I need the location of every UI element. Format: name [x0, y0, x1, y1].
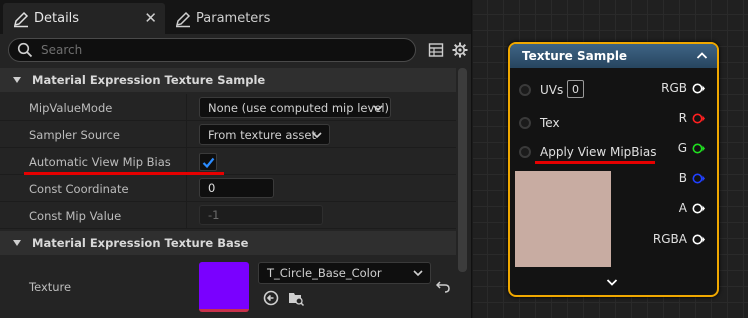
chevron-up-icon[interactable]: [696, 51, 708, 60]
browse-folder-icon[interactable]: [287, 289, 305, 307]
details-panel: Details ✕ Parameters Search Material Exp…: [0, 0, 472, 318]
output-label-rgba: RGBA: [652, 232, 687, 246]
use-selected-asset-icon[interactable]: [262, 289, 280, 307]
input-pin-uvs[interactable]: [519, 84, 531, 96]
column-divider: [186, 94, 187, 120]
mip-value-mode-dropdown[interactable]: None (use computed mip level): [199, 97, 391, 118]
input-label-tex: Tex: [540, 116, 560, 130]
annotation-underline: [535, 161, 655, 164]
output-pin-r[interactable]: [692, 112, 705, 125]
section-texture-base[interactable]: Material Expression Texture Base: [0, 231, 456, 255]
property-row-auto-view-mip-bias: Automatic View Mip Bias: [0, 148, 456, 175]
chevron-down-icon: [413, 270, 423, 277]
search-row: [0, 34, 471, 66]
texture-sample-node[interactable]: Texture Sample UVs 0 Tex Apply View MipB…: [508, 42, 719, 297]
property-label: Automatic View Mip Bias: [29, 154, 171, 169]
dropdown-value: None (use computed mip level): [208, 100, 390, 115]
output-pin-rgb[interactable]: [692, 82, 705, 95]
section-texture-base-label: Material Expression Texture Base: [32, 236, 249, 250]
dropdown-value: From texture asset: [208, 127, 316, 142]
column-divider: [186, 121, 187, 147]
property-row-const-coordinate: Const Coordinate 0: [0, 175, 456, 202]
input-pin-tex[interactable]: [519, 117, 531, 129]
const-coordinate-field[interactable]: 0: [199, 178, 274, 198]
output-pin-rgba[interactable]: [692, 233, 705, 246]
details-scrollbar[interactable]: [458, 68, 467, 272]
tab-details[interactable]: Details ✕: [3, 3, 165, 34]
tab-details-label: Details: [34, 11, 80, 26]
chevron-down-icon: [373, 105, 383, 112]
property-row-texture: Texture T_Circle_Base_Color: [0, 255, 456, 318]
output-label-r: R: [678, 111, 687, 125]
chevron-down-icon[interactable]: [606, 278, 618, 287]
input-pin-apply-view-mip-bias[interactable]: [519, 146, 531, 158]
gear-icon[interactable]: [452, 42, 468, 58]
dropdown-value: T_Circle_Base_Color: [267, 266, 382, 280]
tab-parameters[interactable]: Parameters: [168, 3, 318, 34]
column-divider: [186, 148, 187, 174]
input-label-apply-view-mip-bias: Apply View MipBias: [540, 145, 657, 159]
output-label-a: A: [678, 201, 687, 215]
texture-thumbnail[interactable]: [199, 262, 249, 312]
property-label: Const Mip Value: [29, 208, 122, 223]
uvs-const-field[interactable]: 0: [567, 80, 584, 98]
property-label: Sampler Source: [29, 127, 121, 142]
search-input[interactable]: [41, 43, 401, 57]
property-row-sampler-source: Sampler Source From texture asset: [0, 121, 456, 148]
const-mip-value-field: -1: [199, 205, 323, 225]
output-label-rgb: RGB: [661, 81, 687, 95]
section-texture-sample[interactable]: Material Expression Texture Sample: [0, 68, 456, 92]
chevron-down-icon: [312, 132, 322, 139]
node-header[interactable]: Texture Sample: [510, 44, 717, 68]
property-label: Const Coordinate: [29, 181, 129, 196]
auto-view-mip-bias-checkbox[interactable]: [199, 153, 217, 171]
input-label-uvs: UVs: [540, 83, 564, 97]
property-label: Texture: [29, 279, 72, 294]
property-row-mip-value-mode: MipValueMode None (use computed mip leve…: [0, 94, 456, 121]
column-divider: [186, 175, 187, 201]
node-title: Texture Sample: [522, 49, 628, 63]
reset-to-default-icon[interactable]: [436, 279, 450, 293]
property-label: MipValueMode: [29, 100, 113, 115]
output-label-g: G: [677, 141, 687, 155]
checkmark-icon: [202, 157, 215, 169]
table-view-icon[interactable]: [428, 42, 444, 58]
output-label-b: B: [678, 171, 687, 185]
column-divider: [186, 202, 187, 228]
caret-down-icon: [13, 240, 21, 246]
texture-preview: [515, 171, 611, 267]
caret-down-icon: [13, 77, 21, 83]
output-pin-g[interactable]: [692, 142, 705, 155]
section-texture-sample-label: Material Expression Texture Sample: [32, 73, 266, 87]
tab-parameters-label: Parameters: [196, 11, 271, 26]
output-pin-a[interactable]: [692, 202, 705, 215]
search-box[interactable]: [8, 38, 416, 62]
sampler-source-dropdown[interactable]: From texture asset: [199, 124, 330, 145]
search-icon: [17, 42, 33, 58]
close-icon[interactable]: ✕: [144, 9, 157, 27]
tab-bar: Details ✕ Parameters: [0, 0, 471, 34]
pencil-icon: [13, 11, 29, 27]
output-pin-b[interactable]: [692, 172, 705, 185]
pencil-icon: [175, 11, 191, 27]
texture-asset-dropdown[interactable]: T_Circle_Base_Color: [258, 262, 431, 284]
property-row-const-mip-value: Const Mip Value -1: [0, 202, 456, 229]
